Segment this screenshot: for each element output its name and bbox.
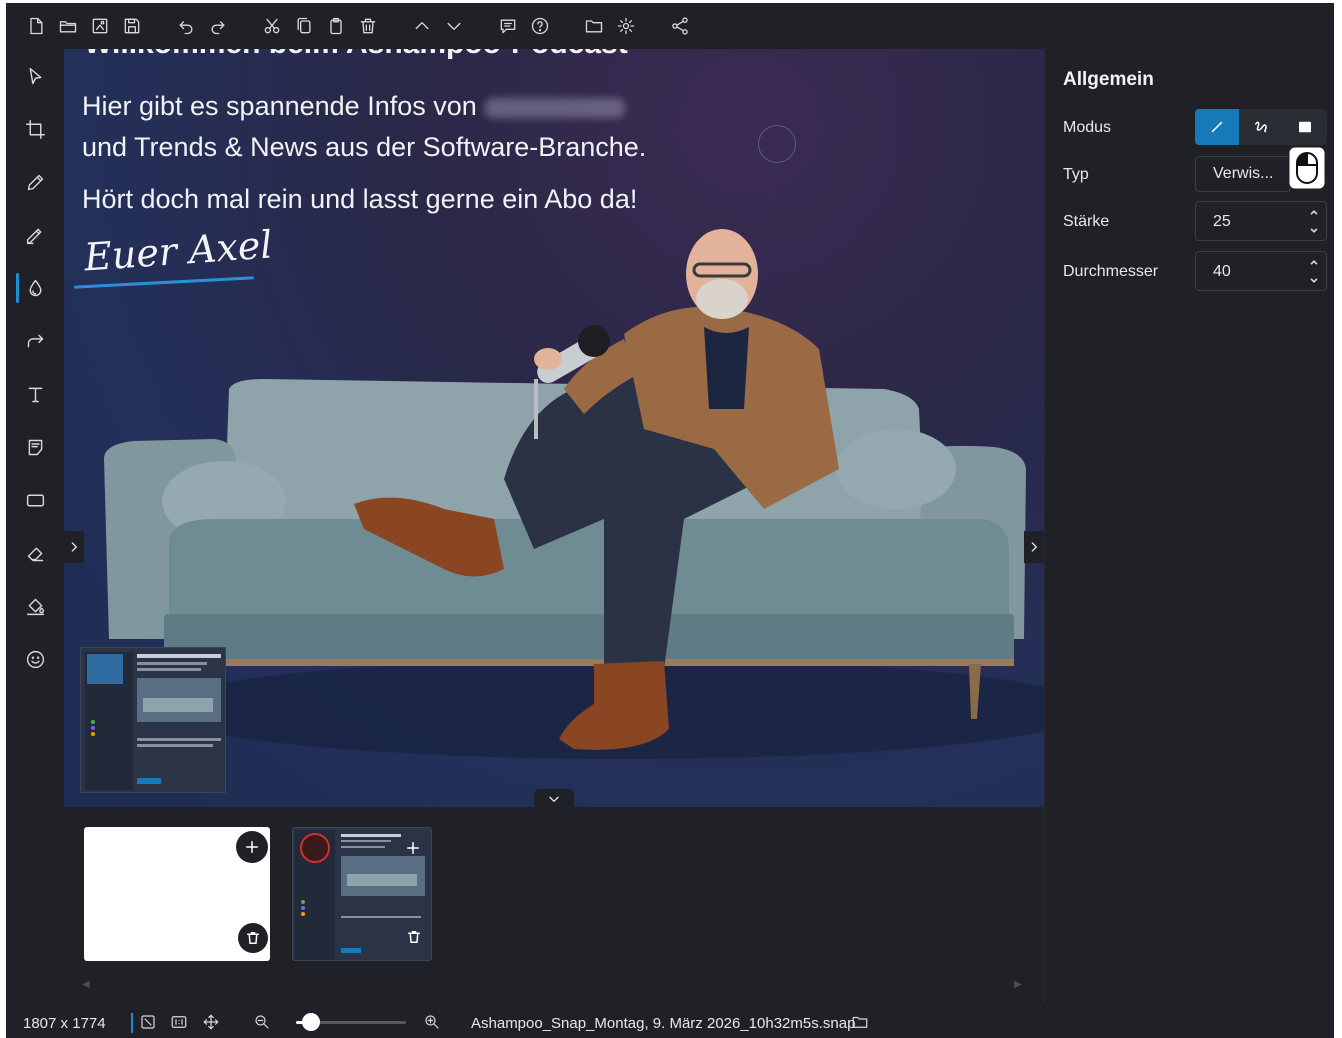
status-divider [131,1013,133,1033]
collapse-right-button[interactable] [1024,531,1044,563]
filmstrip-item-blank[interactable] [84,827,270,961]
zoom-out-icon[interactable] [251,1011,273,1033]
move-up-icon[interactable] [406,10,438,42]
mouse-cursor-icon [1288,146,1326,190]
pan-move-icon[interactable] [200,1011,222,1033]
fit-view-icon[interactable] [137,1011,159,1033]
new-file-icon[interactable] [20,10,52,42]
paste-icon[interactable] [320,10,352,42]
staerke-label: Stärke [1063,213,1110,230]
scroll-right-icon[interactable]: ▶ [1014,979,1024,991]
chevron-down-icon[interactable] [1303,222,1325,240]
add-icon[interactable] [236,831,268,863]
panel-title: Allgemein [1063,69,1154,90]
durchmesser-stepper[interactable]: 40 [1195,251,1327,291]
mode-freehand-button[interactable] [1239,109,1283,145]
settings-icon[interactable] [610,10,642,42]
chevron-up-icon[interactable] [1303,253,1325,271]
rectangle-icon[interactable] [18,483,52,517]
trash-icon[interactable] [399,922,429,952]
mode-line-button[interactable] [1195,109,1239,145]
select-arrow-icon[interactable] [18,59,52,93]
comment-icon[interactable] [492,10,524,42]
image-dimensions: 1807 x 1774 [23,1015,106,1032]
undo-icon[interactable] [170,10,202,42]
open-folder-icon[interactable] [849,1011,871,1033]
scroll-left-icon[interactable]: ◀ [82,979,92,991]
modus-label: Modus [1063,119,1112,136]
pencil-icon[interactable] [18,165,52,199]
typ-label: Typ [1063,166,1089,183]
zoom-in-icon[interactable] [421,1011,443,1033]
marker-icon[interactable] [18,218,52,252]
share-icon[interactable] [664,10,696,42]
mode-area-button[interactable] [1283,109,1327,145]
crop-icon[interactable] [18,112,52,146]
top-toolbar [6,3,1334,49]
open-folder-icon[interactable] [52,10,84,42]
save-as-icon[interactable] [84,10,116,42]
text-icon[interactable] [18,377,52,411]
filmstrip: ◀ ▶ [64,807,1044,1003]
trash-icon[interactable] [238,923,268,953]
durchmesser-value[interactable]: 40 [1213,263,1231,281]
durchmesser-label: Durchmesser [1063,263,1159,280]
typ-dropdown[interactable]: Verwis... [1195,156,1291,192]
image-canvas[interactable]: Willkommen beim Ashampoo-Podcast Hier gi… [64,49,1044,807]
folder-icon[interactable] [578,10,610,42]
save-icon[interactable] [116,10,148,42]
preview-thumbnail[interactable] [80,647,226,793]
filmstrip-item-podcast[interactable] [292,827,432,961]
emoji-icon[interactable] [18,642,52,676]
file-name: Ashampoo_Snap_Montag, 9. März 2026_10h32… [471,1015,856,1032]
chevron-up-icon[interactable] [1303,203,1325,221]
help-icon[interactable] [524,10,556,42]
staerke-value[interactable]: 25 [1213,213,1231,231]
eraser-icon[interactable] [18,536,52,570]
collapse-left-button[interactable] [64,531,84,563]
redo-icon[interactable] [202,10,234,42]
arrow-icon[interactable] [18,324,52,358]
chevron-down-icon[interactable] [1303,272,1325,290]
staerke-stepper[interactable]: 25 [1195,201,1327,241]
zoom-slider-knob[interactable] [302,1013,321,1031]
copy-icon[interactable] [288,10,320,42]
cut-icon[interactable] [256,10,288,42]
move-down-icon[interactable] [438,10,470,42]
app-window: Willkommen beim Ashampoo-Podcast Hier gi… [6,3,1334,1038]
note-icon[interactable] [18,430,52,464]
mode-toggle-group [1195,109,1327,145]
properties-panel: Allgemein Modus Typ Verwis... Stärke 25 … [1044,49,1334,1003]
delete-icon[interactable] [352,10,384,42]
collapse-filmstrip-button[interactable] [534,789,574,807]
fill-bucket-icon[interactable] [18,589,52,623]
left-toolbar [6,49,64,1003]
add-icon[interactable] [397,832,429,864]
actual-size-icon[interactable] [168,1011,190,1033]
status-bar: 1807 x 1774 Ashampoo_Snap_Montag, 9. Mär… [6,1003,1334,1038]
blur-drop-icon[interactable] [18,271,52,305]
